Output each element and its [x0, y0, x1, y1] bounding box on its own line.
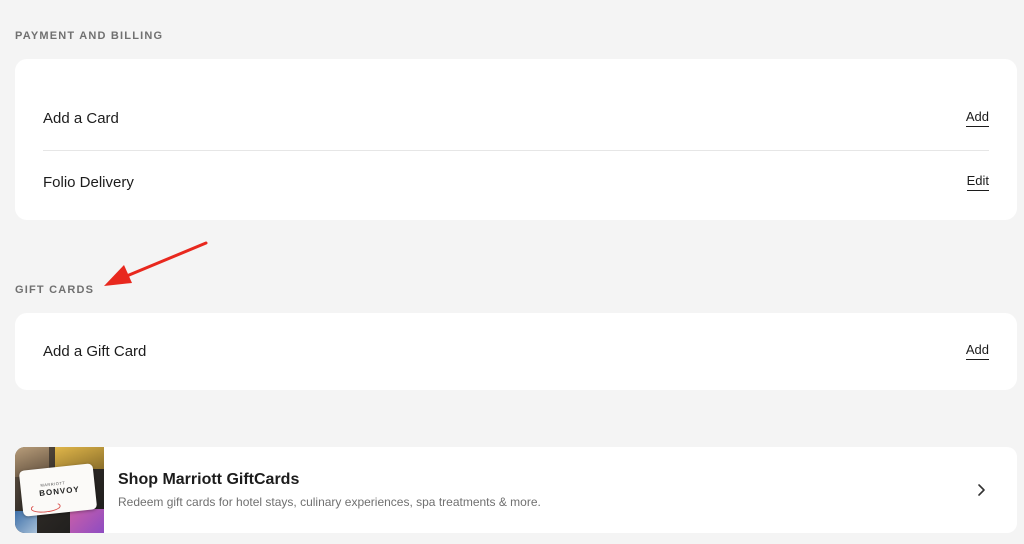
folio-delivery-label: Folio Delivery	[43, 173, 134, 191]
promo-title: Shop Marriott GiftCards	[118, 471, 300, 488]
giftcard-thumbnail-image: MARRIOTT BONVOY	[15, 447, 104, 533]
payment-billing-heading: PAYMENT AND BILLING	[15, 30, 164, 42]
add-gift-card-label: Add a Gift Card	[43, 342, 147, 360]
payment-billing-card: Add a Card Add Folio Delivery Edit	[15, 59, 1017, 220]
promo-subtitle: Redeem gift cards for hotel stays, culin…	[118, 495, 541, 509]
chevron-right-icon[interactable]	[973, 482, 989, 498]
gift-cards-heading: GIFT CARDS	[15, 284, 95, 296]
gift-cards-card: Add a Gift Card Add	[15, 313, 1017, 390]
row-divider	[43, 150, 989, 151]
add-card-row[interactable]: Add a Card Add	[43, 107, 989, 129]
add-gift-card-row[interactable]: Add a Gift Card Add	[43, 340, 989, 362]
add-card-label: Add a Card	[43, 109, 119, 127]
giftcard-image: MARRIOTT BONVOY	[18, 463, 98, 517]
folio-delivery-edit-button[interactable]: Edit	[966, 173, 989, 191]
add-gift-card-button[interactable]: Add	[965, 342, 989, 360]
folio-delivery-row[interactable]: Folio Delivery Edit	[43, 171, 989, 193]
add-card-button[interactable]: Add	[965, 109, 989, 127]
shop-giftcards-promo[interactable]: MARRIOTT BONVOY Shop Marriott GiftCards …	[15, 447, 1017, 533]
